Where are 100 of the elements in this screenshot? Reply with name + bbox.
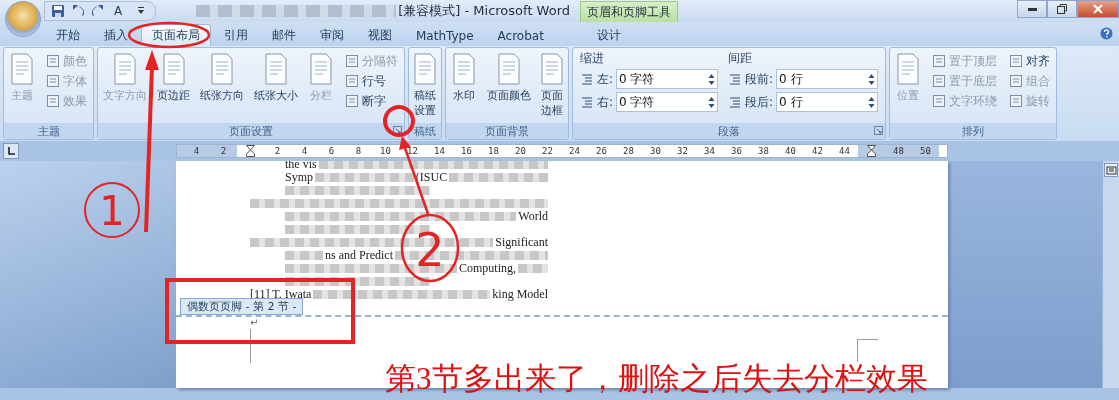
small-page-icon	[345, 74, 359, 88]
group-label: 稿纸	[414, 123, 436, 139]
dialog-launcher-icon[interactable]	[874, 126, 884, 135]
field-label: 段前:	[745, 70, 774, 88]
close-button[interactable]	[1077, 0, 1119, 18]
ribbon-button[interactable]: 行号	[342, 72, 401, 90]
ruler-number: 50	[919, 146, 932, 156]
indent-marker-icon[interactable]	[867, 145, 876, 157]
field-label: 左:	[597, 70, 614, 88]
document-text: Computing,	[459, 261, 516, 276]
ribbon-button[interactable]: 纸张方向	[198, 50, 246, 106]
ribbon-tab[interactable]: Acrobat	[486, 24, 555, 46]
ruler-number: 6	[327, 146, 336, 156]
ruler[interactable]: 4 2 2 4 6 8 10 12 14 16 18 20 22 24 26 28 30 32 34 36 38 40 42 44 48 50	[176, 144, 948, 158]
ribbon-tab[interactable]: 开始	[45, 24, 91, 46]
annotation-caption: 第3节多出来了，删除之后失去分栏效果	[385, 360, 928, 398]
document-text: Significant	[495, 235, 548, 250]
ruler-number: 4	[192, 146, 201, 156]
ribbon-tab[interactable]: 视图	[357, 24, 403, 46]
ribbon-tab[interactable]: MathType	[405, 24, 485, 46]
group-label: 排列	[962, 123, 985, 139]
spin-field[interactable]: 0 行	[776, 92, 879, 112]
document-icon	[308, 53, 334, 85]
tab-selector-button[interactable]	[3, 143, 19, 159]
scrollbar[interactable]	[1102, 161, 1119, 388]
document-icon	[9, 53, 35, 85]
spin-field[interactable]: 0 字符	[616, 92, 719, 112]
group-label: 页面背景	[485, 123, 529, 139]
ribbon-tab[interactable]: 设计	[585, 24, 632, 46]
document-icon	[539, 53, 565, 85]
contextual-tab-label: 页眉和页脚工具	[580, 1, 679, 22]
small-page-icon	[932, 74, 947, 88]
ruler-number: 2	[219, 146, 228, 156]
ribbon-button[interactable]: 断字	[342, 92, 401, 110]
small-page-icon	[46, 54, 60, 68]
ribbon-button[interactable]: 水印	[449, 50, 479, 106]
ribbon-button[interactable]: 纸张大小	[252, 50, 300, 106]
ruler-toggle-icon	[1105, 164, 1119, 178]
small-page-icon	[1009, 74, 1024, 88]
indent-lines-icon	[580, 72, 594, 86]
ribbon-button[interactable]: 页面边框	[539, 50, 565, 121]
small-page-icon	[345, 94, 359, 108]
spinner-arrows-icon[interactable]	[708, 72, 716, 86]
document-icon	[112, 53, 138, 85]
ruler-toggle-button[interactable]	[1104, 163, 1118, 177]
indent-lines-icon	[580, 95, 594, 109]
redo-icon[interactable]	[91, 4, 105, 18]
document-icon	[451, 53, 477, 85]
ribbon-tab[interactable]: 引用	[213, 24, 259, 46]
document-icon	[412, 53, 438, 85]
document-text: ns and Predict	[325, 248, 393, 263]
indent-marker-icon[interactable]	[246, 145, 255, 157]
spin-field[interactable]: 0 字符	[616, 69, 719, 89]
ribbon-tab[interactable]: 审阅	[309, 24, 355, 46]
spinner-arrows-icon[interactable]	[708, 95, 716, 109]
ruler-number: 2	[273, 146, 282, 156]
blurred-text	[285, 251, 323, 260]
indent-lines-icon	[728, 95, 743, 109]
format-button[interactable]: A	[111, 2, 126, 20]
ruler-number: 12	[406, 146, 419, 156]
small-page-icon	[932, 54, 947, 68]
blurred-text	[518, 264, 548, 273]
ruler-number: 36	[730, 146, 743, 156]
annotation-circle	[84, 182, 140, 238]
ruler-number: 34	[703, 146, 716, 156]
ruler-number: 20	[514, 146, 527, 156]
group-label: 页面设置	[229, 123, 273, 139]
ribbon-button[interactable]: 页面颜色	[485, 50, 533, 106]
ruler-number: 8	[354, 146, 363, 156]
restore-button[interactable]	[1047, 0, 1077, 18]
ribbon-button[interactable]: 页边距	[155, 50, 192, 106]
save-icon[interactable]	[51, 4, 65, 18]
annotation-circle	[400, 213, 460, 283]
margin-mark	[250, 329, 251, 363]
ribbon-button[interactable]: 稿纸设置	[412, 50, 438, 121]
document-icon	[895, 53, 922, 85]
document-text: (ISUC	[415, 170, 448, 185]
paragraph-mark: ↵	[250, 317, 260, 329]
help-icon[interactable]	[1100, 27, 1113, 40]
close-icon	[1091, 2, 1105, 16]
minimize-button[interactable]	[1017, 0, 1047, 18]
document-text: Symp	[285, 170, 313, 185]
small-page-icon	[345, 54, 359, 68]
ruler-number: 16	[460, 146, 473, 156]
ruler-number: 40	[784, 146, 797, 156]
ribbon-tab[interactable]: 插入	[93, 24, 139, 46]
section-heading: 缩进	[580, 50, 605, 66]
footer-section-tag: 偶数页页脚 - 第 2 节 -	[180, 298, 304, 315]
ruler-number: 22	[541, 146, 554, 156]
annotation-circle	[383, 105, 415, 137]
undo-icon[interactable]	[71, 4, 85, 18]
spin-field[interactable]: 0 行	[776, 69, 879, 89]
spinner-arrows-icon[interactable]	[868, 72, 876, 86]
document-icon	[209, 53, 235, 85]
dialog-launcher-icon[interactable]	[393, 126, 402, 135]
ruler-number: 4	[300, 146, 309, 156]
spinner-arrows-icon[interactable]	[868, 95, 876, 109]
ribbon-button[interactable]: 对齐	[1006, 52, 1054, 70]
ribbon-tab[interactable]: 邮件	[261, 24, 307, 46]
minimize-icon	[1027, 7, 1037, 11]
